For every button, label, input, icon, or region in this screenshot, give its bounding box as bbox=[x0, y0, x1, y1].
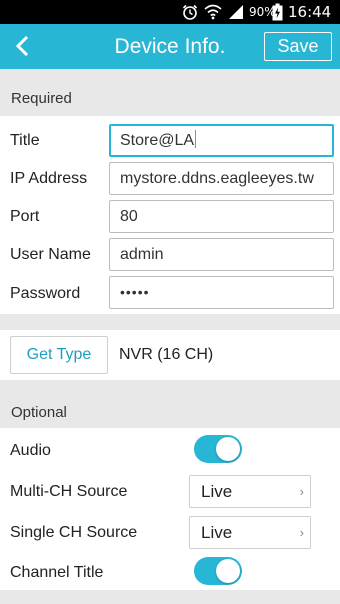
single-ch-source-select[interactable]: Live › bbox=[189, 516, 311, 549]
wifi-icon bbox=[204, 0, 222, 24]
optional-section-header: Optional bbox=[11, 404, 67, 421]
multi-ch-source-label: Multi-CH Source bbox=[10, 483, 128, 500]
port-label: Port bbox=[10, 208, 40, 225]
port-field[interactable]: 80 bbox=[109, 200, 334, 233]
save-button[interactable]: Save bbox=[264, 32, 332, 61]
audio-label: Audio bbox=[10, 442, 51, 459]
channel-title-toggle[interactable] bbox=[194, 557, 242, 585]
user-name-label: User Name bbox=[10, 246, 91, 263]
chevron-left-icon bbox=[15, 35, 29, 57]
status-bar: 90% 16:44 bbox=[0, 0, 340, 24]
user-name-field[interactable]: admin bbox=[109, 238, 334, 271]
chevron-right-icon: › bbox=[299, 525, 304, 540]
toggle-knob bbox=[216, 437, 240, 461]
ip-address-field[interactable]: mystore.ddns.eagleeyes.tw bbox=[109, 162, 334, 195]
clock-time: 16:44 bbox=[288, 3, 332, 21]
title-label: Title bbox=[10, 132, 40, 149]
alarm-clock-icon bbox=[181, 0, 199, 24]
password-field[interactable]: ••••• bbox=[109, 276, 334, 309]
get-type-button[interactable]: Get Type bbox=[10, 336, 108, 374]
device-type-value: NVR (16 CH) bbox=[119, 346, 214, 363]
app-bar: Device Info. Save bbox=[0, 24, 340, 69]
back-button[interactable] bbox=[6, 30, 38, 62]
chevron-right-icon: › bbox=[299, 484, 304, 499]
single-ch-source-value: Live bbox=[201, 523, 233, 542]
text-caret bbox=[195, 130, 197, 148]
battery-charging-icon bbox=[272, 0, 283, 24]
single-ch-source-label: Single CH Source bbox=[10, 524, 138, 541]
password-label: Password bbox=[10, 285, 81, 302]
multi-ch-source-select[interactable]: Live › bbox=[189, 475, 311, 508]
multi-ch-source-value: Live bbox=[201, 482, 233, 501]
required-section-header: Required bbox=[11, 90, 72, 107]
audio-toggle[interactable] bbox=[194, 435, 242, 463]
cell-signal-icon bbox=[228, 0, 244, 24]
toggle-knob bbox=[216, 559, 240, 583]
ip-address-label: IP Address bbox=[10, 170, 88, 187]
title-field-value: Store@LA bbox=[120, 132, 195, 149]
channel-title-label: Channel Title bbox=[10, 564, 104, 581]
title-field[interactable]: Store@LA bbox=[109, 124, 334, 157]
